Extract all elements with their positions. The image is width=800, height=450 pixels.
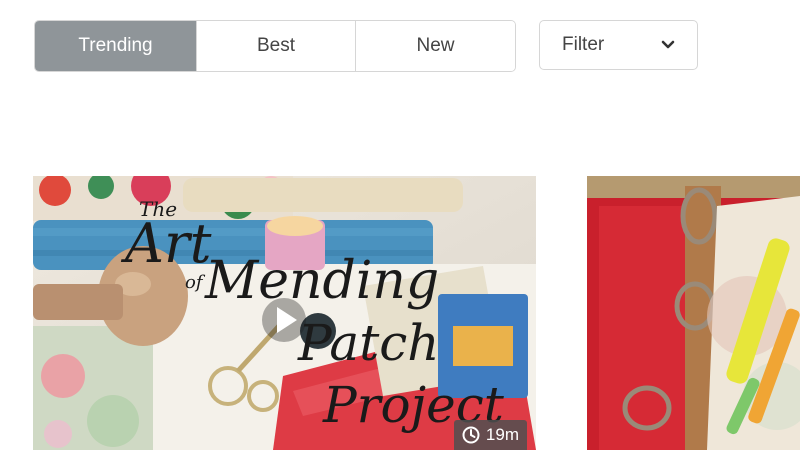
title-overlay-line: Mending: [204, 251, 439, 311]
title-overlay-line: Art: [120, 212, 212, 275]
tab-best[interactable]: Best: [196, 21, 355, 71]
tab-new[interactable]: New: [355, 21, 515, 71]
filter-label: Filter: [562, 34, 605, 55]
duration-text: 19m: [485, 425, 519, 444]
clock-icon: [462, 426, 480, 444]
video-card[interactable]: The Art of Mending Patch Project 19m: [33, 176, 536, 450]
filter-dropdown[interactable]: Filter: [539, 20, 698, 70]
title-overlay-line: Patch: [297, 314, 440, 372]
video-card[interactable]: [587, 176, 800, 450]
video-thumbnail: [587, 176, 800, 450]
duration-badge: 19m: [453, 420, 527, 450]
sort-tabs: Trending Best New: [34, 20, 516, 72]
tab-trending[interactable]: Trending: [35, 21, 196, 71]
chevron-down-icon: [661, 40, 675, 50]
play-icon[interactable]: [261, 297, 307, 343]
